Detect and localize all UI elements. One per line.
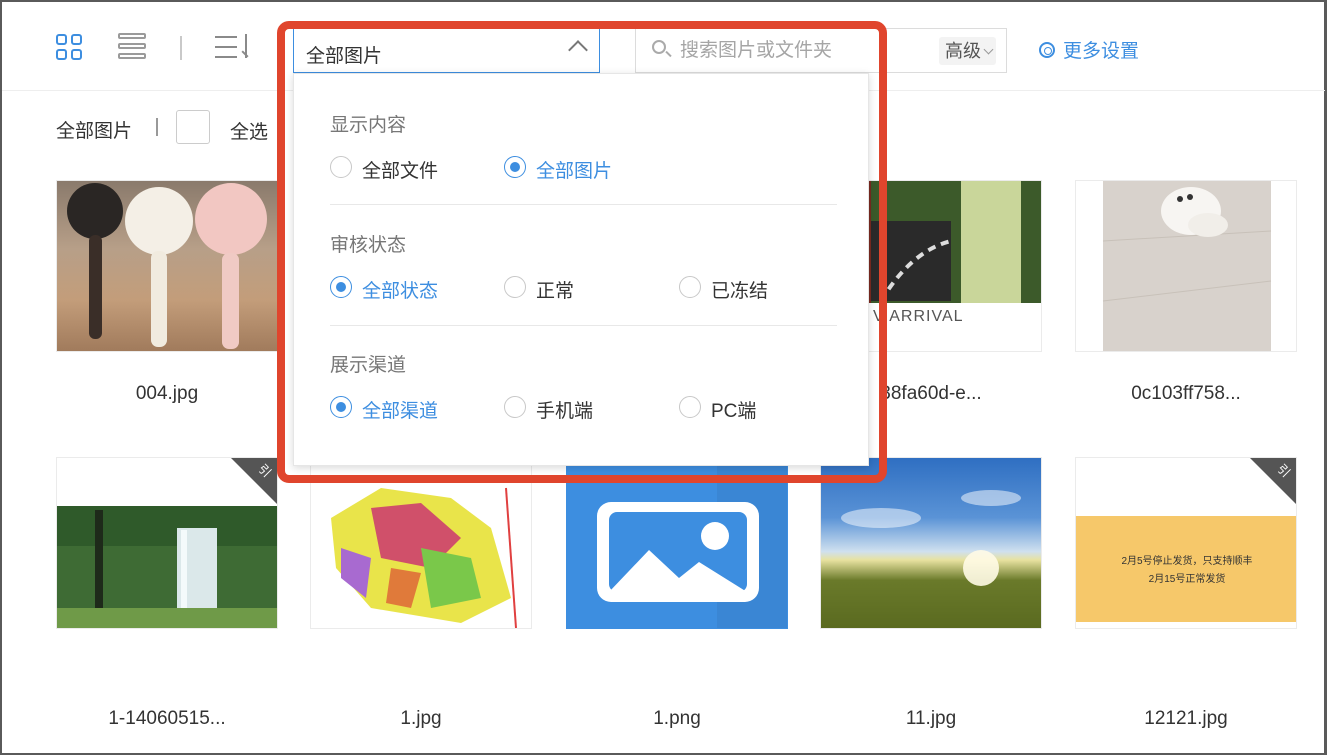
option-label: 全部图片 — [536, 161, 613, 182]
image-thumbnail[interactable] — [310, 457, 532, 629]
image-caption: V ARRIVAL — [873, 308, 964, 325]
advanced-search-label: 高级 — [945, 41, 981, 61]
current-filter-label: 全部图片 — [56, 121, 133, 142]
select-all-checkbox[interactable] — [176, 110, 210, 144]
list-view-icon[interactable] — [118, 32, 146, 62]
notice-line-1: 2月5号停止发货，只支持顺丰 — [1121, 556, 1253, 567]
image-card[interactable]: 1.jpg — [310, 457, 532, 729]
image-thumbnail[interactable] — [56, 180, 278, 352]
radio-button[interactable] — [504, 156, 526, 178]
radio-button[interactable] — [330, 276, 352, 298]
option-label: 全部文件 — [362, 161, 439, 182]
grid-view-icon[interactable] — [56, 32, 84, 62]
section-divider — [330, 204, 837, 205]
option-label: 全部渠道 — [362, 401, 439, 422]
corner-badge-text: 引 — [1274, 461, 1293, 481]
radio-button[interactable] — [504, 276, 526, 298]
radio-button[interactable] — [330, 396, 352, 418]
more-settings-link[interactable]: 更多设置 — [1039, 36, 1139, 63]
image-card[interactable]: 004.jpg — [56, 180, 278, 404]
notice-line-2: 2月15号正常发货 — [1148, 574, 1226, 585]
option-label: 已冻结 — [711, 281, 769, 302]
app-frame: 全部图片 高级 更多设置 全部图片 全选 — [0, 0, 1327, 755]
advanced-search-button[interactable]: 高级 — [939, 37, 996, 65]
option-label: 全部状态 — [362, 281, 439, 302]
corner-badge: 引 — [1250, 458, 1296, 504]
image-thumbnail[interactable] — [1075, 180, 1297, 352]
radio-button[interactable] — [679, 396, 701, 418]
subbar-divider — [156, 118, 158, 136]
filter-dropdown-panel: 显示内容 全部文件 全部图片 审核状态 全部状态 正常 已冻结 展示渠道 全部渠… — [293, 73, 869, 466]
image-name: 11.jpg — [905, 708, 957, 729]
image-thumbnail[interactable]: 引 — [56, 457, 278, 629]
image-thumbnail[interactable]: 2月5号停止发货，只支持顺丰 2月15号正常发货 引 — [1075, 457, 1297, 629]
image-card[interactable]: 1.png — [566, 457, 788, 729]
image-name: 1.jpg — [400, 708, 442, 729]
section-title: 显示内容 — [330, 115, 407, 136]
corner-badge-text: 引 — [255, 461, 274, 481]
search-box: 高级 — [635, 28, 1007, 73]
sort-icon[interactable] — [215, 32, 251, 62]
view-select-value: 全部图片 — [306, 46, 383, 67]
search-input[interactable] — [680, 38, 910, 64]
image-name: 12121.jpg — [1144, 708, 1228, 729]
corner-badge: 引 — [231, 458, 277, 504]
image-card[interactable]: 0c103ff758... — [1075, 180, 1297, 404]
select-all-label[interactable]: 全选 — [230, 117, 268, 144]
search-icon — [652, 40, 666, 54]
image-card[interactable]: 11.jpg — [820, 457, 1042, 729]
chevron-down-icon — [983, 44, 994, 55]
image-card[interactable]: 引 1-14060515... — [56, 457, 278, 729]
toolbar-divider — [180, 36, 182, 60]
option-label: PC端 — [711, 401, 757, 422]
image-name: 0c103ff758... — [1131, 383, 1241, 404]
image-name: 004.jpg — [135, 383, 199, 404]
section-title: 审核状态 — [330, 235, 407, 256]
notice-image: 2月5号停止发货，只支持顺丰 2月15号正常发货 — [1076, 516, 1296, 622]
more-settings-label: 更多设置 — [1063, 41, 1140, 62]
section-divider — [330, 325, 837, 326]
view-select[interactable]: 全部图片 — [293, 28, 600, 73]
image-name: 1-14060515... — [108, 708, 226, 729]
option-label: 正常 — [536, 281, 575, 302]
option-label: 手机端 — [536, 401, 594, 422]
image-thumbnail[interactable] — [820, 457, 1042, 629]
image-card[interactable]: 2月5号停止发货，只支持顺丰 2月15号正常发货 引 12121.jpg — [1075, 457, 1297, 729]
section-title: 展示渠道 — [330, 355, 407, 376]
image-name: 1.png — [653, 708, 701, 729]
gear-icon — [1039, 42, 1055, 58]
radio-button[interactable] — [504, 396, 526, 418]
radio-button[interactable] — [330, 156, 352, 178]
radio-button[interactable] — [679, 276, 701, 298]
chevron-up-icon — [568, 40, 588, 60]
image-thumbnail[interactable] — [566, 457, 788, 629]
